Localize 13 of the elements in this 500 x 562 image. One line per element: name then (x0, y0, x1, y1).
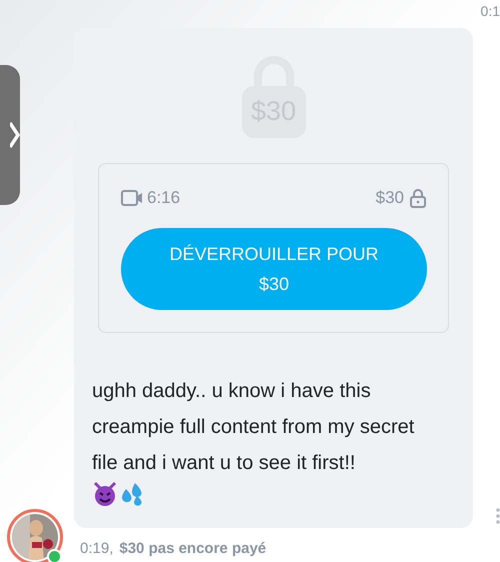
message-time: 0:19, (80, 539, 114, 559)
chevron-icon (10, 122, 20, 148)
message-text: ughh daddy.. u know i have this creampie full content from my secret file and i want u to see it first!! (92, 379, 416, 476)
video-duration: 6:16 (147, 186, 180, 209)
lock-icon (410, 188, 426, 208)
side-panel[interactable] (0, 65, 20, 205)
video-icon (121, 190, 143, 206)
message-time: 0:1 (480, 2, 500, 21)
avatar[interactable] (7, 509, 63, 562)
devil-emoji-icon (92, 481, 118, 507)
media-price: $30 (376, 186, 404, 209)
unlock-button[interactable]: DÉVERROUILLER POUR $30 (121, 228, 427, 310)
payment-status: $30 pas encore payé (119, 539, 266, 559)
